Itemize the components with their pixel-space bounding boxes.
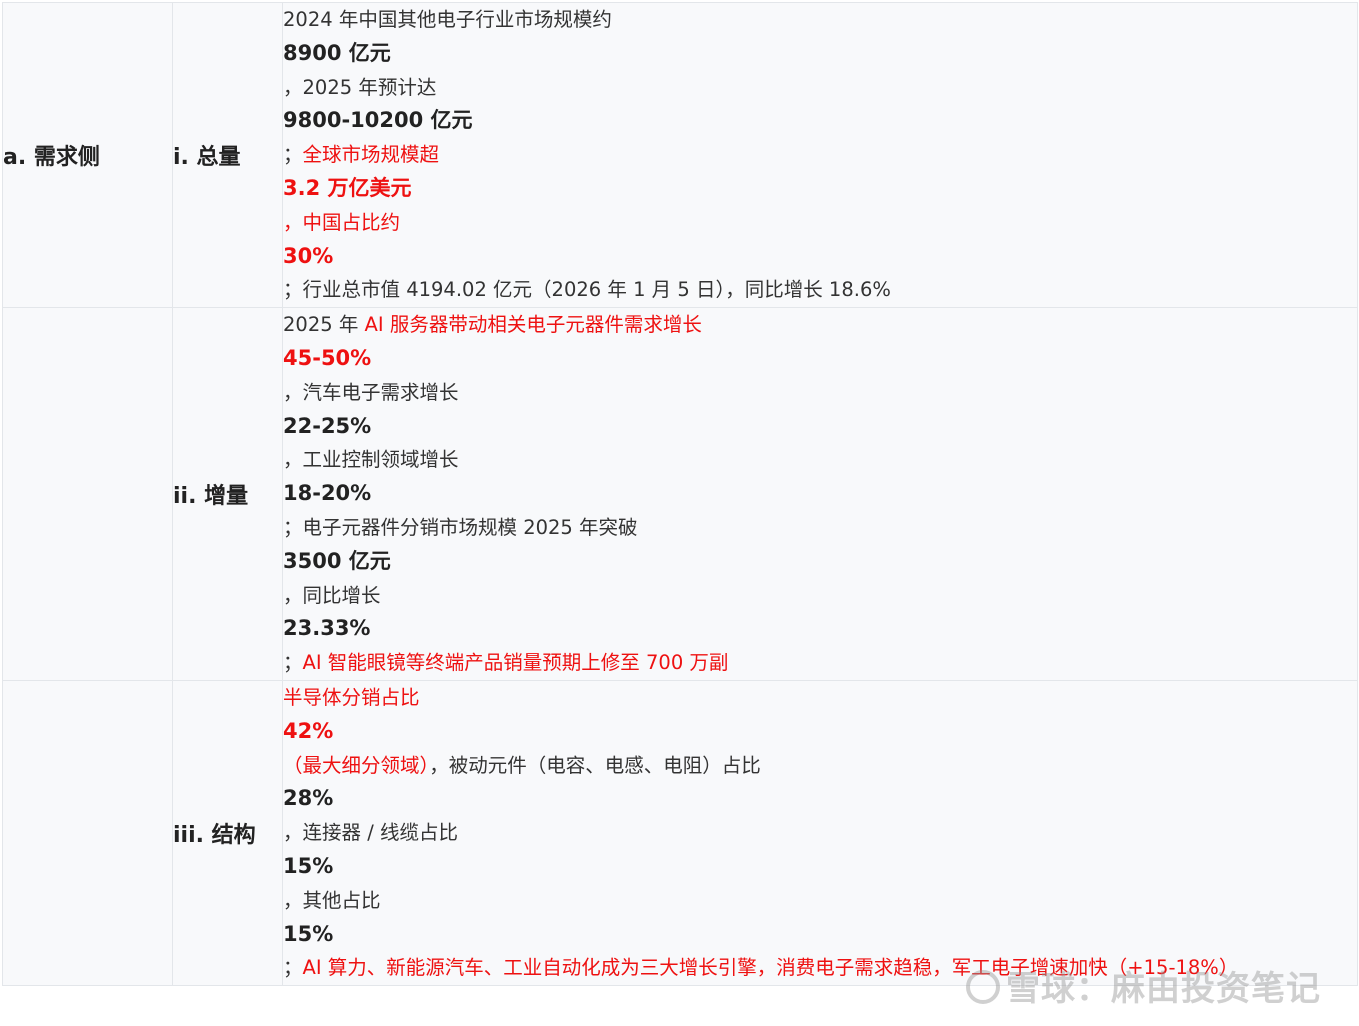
highlight-value: 9800-10200 亿元	[283, 104, 1357, 138]
text-segment: 23.33%	[283, 616, 371, 641]
text-segment: 28%	[283, 786, 334, 811]
text-segment: 工业控制领域增长	[302, 448, 459, 472]
text-segment: ，	[283, 380, 303, 404]
text-segment: 30%	[283, 243, 334, 268]
table-row: ii. 增量 2025 年 AI 服务器带动相关电子元器件需求增长 45-50% ，汽…	[2, 307, 1358, 681]
highlight-value: 23.33%	[283, 612, 1357, 646]
text-segment: 行业总市值 4194.02 亿元（2026 年 1 月 5 日），同比增长 18…	[302, 278, 891, 302]
text-segment: 45-50%	[283, 345, 372, 370]
text-segment: ；	[283, 651, 303, 675]
text-segment: 其他占比	[302, 888, 381, 912]
subcategory-cell: ii. 增量	[172, 307, 283, 681]
highlight-value: 15%	[283, 918, 1357, 952]
detail-line: （最大细分领域），被动元件（电容、电感、电阻）占比	[283, 749, 1357, 783]
highlight-value: 42%	[283, 715, 1357, 749]
xueqiu-logo-icon	[966, 970, 1000, 1004]
text-segment: 18-20%	[283, 481, 372, 506]
text-segment: ，被动元件（电容、电感、电阻）占比	[429, 753, 761, 777]
detail-line: ；电子元器件分销市场规模 2025 年突破	[283, 511, 1357, 545]
text-segment: 全球市场规模超	[302, 143, 440, 167]
text-segment: 中国占比约	[302, 210, 401, 234]
text-segment: 连接器 / 线缆占比	[302, 821, 458, 845]
detail-line: ，中国占比约	[283, 206, 1357, 240]
detail-line: 半导体分销占比	[283, 681, 1357, 715]
category-cell: a. 需求侧	[2, 1, 173, 309]
text-segment: 3500 亿元	[283, 548, 391, 573]
highlight-value: 28%	[283, 782, 1357, 816]
text-segment: 15%	[283, 921, 334, 946]
detail-line: ，同比增长	[283, 579, 1357, 613]
table-row: a. 需求侧 i. 总量 2024 年中国其他电子行业市场规模约 8900 亿元 ，20…	[2, 1, 1358, 309]
subcategory-cell: iii. 结构	[172, 679, 283, 987]
highlight-value: 3500 亿元	[283, 545, 1357, 579]
detail-line: ；全球市场规模超	[283, 138, 1357, 172]
highlight-value: 15%	[283, 850, 1357, 884]
text-segment: ；	[283, 278, 303, 302]
text-segment: 22-25%	[283, 413, 372, 438]
highlight-value: 30%	[283, 240, 1357, 274]
highlight-value: 8900 亿元	[283, 37, 1357, 71]
text-segment: 9800-10200 亿元	[283, 108, 473, 133]
text-segment: 2024 年中国其他电子行业市场规模约	[283, 8, 612, 31]
text-segment: 42%	[283, 718, 334, 743]
subcategory-cell: i. 总量	[172, 1, 283, 309]
detail-line: ，汽车电子需求增长	[283, 376, 1357, 410]
text-segment: 电子元器件分销市场规模 2025 年突破	[302, 515, 638, 539]
text-segment: 同比增长	[302, 583, 381, 607]
text-segment: ，	[283, 210, 303, 234]
text-segment: ，	[283, 821, 303, 845]
detail-line: ，连接器 / 线缆占比	[283, 816, 1357, 850]
highlight-value: 18-20%	[283, 477, 1357, 511]
detail-line: 2024 年中国其他电子行业市场规模约	[283, 3, 1357, 37]
text-segment: 15%	[283, 853, 334, 878]
detail-line: ；行业总市值 4194.02 亿元（2026 年 1 月 5 日），同比增长 1…	[283, 273, 1357, 307]
text-segment: ，	[283, 888, 303, 912]
text-segment: 3.2 万亿美元	[283, 175, 412, 200]
category-cell	[2, 307, 173, 681]
detail-cell: 半导体分销占比 42% （最大细分领域），被动元件（电容、电感、电阻）占比 28% ，连…	[282, 679, 1358, 987]
text-segment: ；	[283, 143, 303, 167]
table-row: iii. 结构 半导体分销占比 42% （最大细分领域），被动元件（电容、电感、电阻）…	[2, 679, 1358, 987]
detail-line: ，工业控制领域增长	[283, 443, 1357, 477]
text-segment: 8900 亿元	[283, 40, 391, 65]
detail-line: ；AI 智能眼镜等终端产品销量预期上修至 700 万副	[283, 646, 1357, 680]
text-segment: 2025 年	[283, 313, 365, 337]
highlight-value: 22-25%	[283, 410, 1357, 444]
text-segment: ；	[283, 956, 303, 980]
watermark: 雪球：麻由投资笔记	[966, 961, 1321, 1010]
text-segment: ，	[283, 583, 303, 607]
detail-cell: 2024 年中国其他电子行业市场规模约 8900 亿元 ，2025 年预计达 9800…	[282, 1, 1358, 309]
text-segment: ，	[283, 75, 303, 99]
detail-line: ，其他占比	[283, 884, 1357, 918]
text-segment: ；	[283, 515, 303, 539]
table-body: a. 需求侧 i. 总量 2024 年中国其他电子行业市场规模约 8900 亿元 ，20…	[2, 1, 1358, 987]
text-segment: 2025 年预计达	[302, 75, 437, 99]
watermark-text: 雪球：麻由投资笔记	[1006, 969, 1321, 1009]
data-table: a. 需求侧 i. 总量 2024 年中国其他电子行业市场规模约 8900 亿元 ，20…	[2, 1, 1358, 987]
detail-line: ，2025 年预计达	[283, 71, 1357, 105]
category-cell	[2, 679, 173, 987]
text-segment: 半导体分销占比	[283, 685, 420, 709]
text-segment: ，	[283, 448, 303, 472]
detail-cell: 2025 年 AI 服务器带动相关电子元器件需求增长 45-50% ，汽车电子需求增…	[282, 307, 1358, 681]
text-segment: AI 智能眼镜等终端产品销量预期上修至 700 万副	[302, 651, 729, 675]
text-segment: 汽车电子需求增长	[302, 380, 459, 404]
highlight-value: 45-50%	[283, 342, 1357, 376]
highlight-value: 3.2 万亿美元	[283, 172, 1357, 206]
text-segment: AI 服务器带动相关电子元器件需求增长	[364, 313, 702, 337]
text-segment: （最大细分领域）	[283, 753, 430, 777]
detail-line: 2025 年 AI 服务器带动相关电子元器件需求增长	[283, 308, 1357, 342]
